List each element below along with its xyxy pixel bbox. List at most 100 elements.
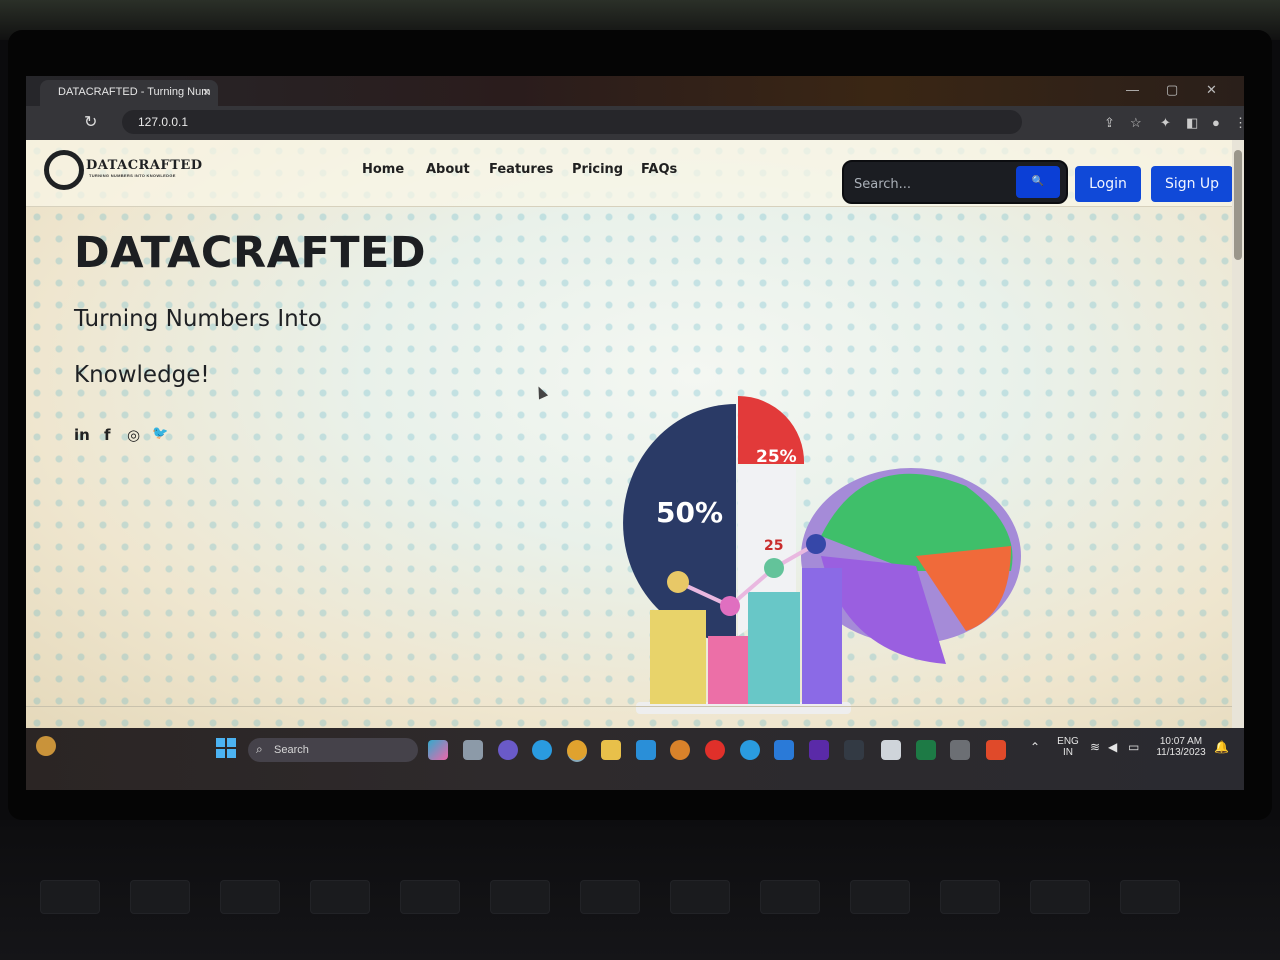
- hero-title: DATACRAFTED: [74, 228, 427, 278]
- nav-features[interactable]: Features: [489, 162, 553, 177]
- excel-icon[interactable]: [916, 740, 936, 760]
- logo-icon[interactable]: [44, 150, 84, 190]
- keyboard-key: [40, 880, 100, 914]
- logo-tagline: TURNING NUMBERS INTO KNOWLEDGE: [89, 173, 176, 178]
- site-navbar: DATACRAFTED TURNING NUMBERS INTO KNOWLED…: [26, 140, 1244, 207]
- vscode-icon[interactable]: [774, 740, 794, 760]
- minimize-icon[interactable]: —: [1126, 82, 1139, 97]
- clock[interactable]: 10:07 AM 11/13/2023: [1150, 736, 1212, 758]
- terminal-icon[interactable]: [844, 740, 864, 760]
- language-top: ENG: [1057, 736, 1079, 747]
- bar-yellow: [650, 610, 706, 704]
- telegram-icon[interactable]: [740, 740, 760, 760]
- pie-label-25-hidden: 25: [764, 538, 783, 554]
- web-page: DATACRAFTED TURNING NUMBERS INTO KNOWLED…: [26, 140, 1244, 728]
- copilot-icon[interactable]: [428, 740, 448, 760]
- search-box: 🔍: [842, 160, 1068, 204]
- nav-home[interactable]: Home: [362, 162, 404, 177]
- logo-text[interactable]: DATACRAFTED: [86, 158, 203, 173]
- trend-point: [806, 534, 826, 554]
- page-scrollbar[interactable]: [1232, 140, 1244, 728]
- teams-chat-icon[interactable]: [498, 740, 518, 760]
- snipping-tool-icon[interactable]: [950, 740, 970, 760]
- keyboard-key: [490, 880, 550, 914]
- notepad-icon[interactable]: [881, 740, 901, 760]
- laptop-keyboard: [0, 820, 1280, 960]
- keyboard-key: [580, 880, 640, 914]
- tray-chevron-icon[interactable]: ⌃: [1030, 740, 1040, 754]
- keyboard-key: [220, 880, 280, 914]
- clock-time: 10:07 AM: [1159, 736, 1203, 747]
- brave-icon[interactable]: [986, 740, 1006, 760]
- browser-tab[interactable]: DATACRAFTED - Turning Num ×: [40, 80, 218, 106]
- language-indicator[interactable]: ENG IN: [1054, 736, 1082, 758]
- weather-widget-icon[interactable]: [36, 736, 56, 756]
- keyboard-key: [850, 880, 910, 914]
- blender-icon[interactable]: [670, 740, 690, 760]
- facebook-icon[interactable]: f: [104, 426, 111, 444]
- pie-label-25: 25%: [756, 447, 797, 467]
- browser-tab-bar: DATACRAFTED - Turning Num × — ▢ ✕: [26, 76, 1244, 106]
- notification-bell-icon[interactable]: 🔔: [1214, 740, 1229, 754]
- profile-icon[interactable]: ●: [1212, 115, 1220, 130]
- chrome-icon[interactable]: [567, 740, 587, 762]
- trend-point: [667, 571, 689, 593]
- tab-title: DATACRAFTED - Turning Num: [58, 86, 211, 98]
- keyboard-key: [400, 880, 460, 914]
- keyboard-key: [670, 880, 730, 914]
- file-explorer-icon[interactable]: [601, 740, 621, 760]
- maximize-icon[interactable]: ▢: [1166, 82, 1178, 98]
- keyboard-key: [310, 880, 370, 914]
- taskbar-search-icon: ⌕: [256, 742, 263, 756]
- bookmark-star-icon[interactable]: ☆: [1130, 115, 1142, 131]
- pie-label-50: 50%: [656, 496, 723, 529]
- bar-teal: [748, 592, 800, 704]
- login-button[interactable]: Login: [1075, 166, 1141, 202]
- twitter-icon[interactable]: 🐦: [152, 426, 168, 441]
- language-bottom: IN: [1063, 747, 1073, 758]
- keyboard-key: [940, 880, 1000, 914]
- scrollbar-thumb[interactable]: [1234, 150, 1242, 260]
- windows-start-icon[interactable]: [216, 738, 236, 758]
- battery-icon[interactable]: ▭: [1128, 740, 1139, 754]
- extensions-icon[interactable]: ✦: [1160, 115, 1171, 131]
- desktop-icon[interactable]: [636, 740, 656, 760]
- linkedin-icon[interactable]: in: [74, 426, 90, 444]
- keyboard-key: [1120, 880, 1180, 914]
- edge-icon[interactable]: [532, 740, 552, 760]
- trend-point: [764, 558, 784, 578]
- keyboard-key: [1030, 880, 1090, 914]
- clock-date: 11/13/2023: [1156, 747, 1206, 758]
- trend-point: [720, 596, 740, 616]
- keyboard-key: [760, 880, 820, 914]
- side-panel-icon[interactable]: ◧: [1186, 115, 1198, 131]
- dev-app-icon[interactable]: [809, 740, 829, 760]
- search-button[interactable]: 🔍: [1016, 166, 1060, 198]
- browser-toolbar: ↻ 127.0.0.1 ⇪ ☆ ✦ ◧ ● ⋮: [26, 106, 1244, 140]
- windows-taskbar: Search ⌕ ⌃ ENG IN ≋ ◀ ▭ 10:07 AM 11/13/2…: [26, 728, 1244, 790]
- hero-subtitle-line1: Turning Numbers Into: [74, 306, 322, 332]
- search-input[interactable]: [852, 172, 1006, 196]
- wifi-icon[interactable]: ≋: [1090, 740, 1100, 754]
- search-icon: 🔍: [1031, 176, 1045, 187]
- opera-icon[interactable]: [705, 740, 725, 760]
- nav-faqs[interactable]: FAQs: [641, 162, 677, 177]
- taskbar-search-box[interactable]: Search: [248, 738, 418, 762]
- volume-icon[interactable]: ◀: [1108, 740, 1117, 754]
- address-bar[interactable]: 127.0.0.1: [122, 110, 1022, 134]
- tab-close-icon[interactable]: ×: [203, 80, 210, 104]
- instagram-icon[interactable]: ◎: [127, 426, 140, 444]
- section-divider: [26, 706, 1244, 707]
- signup-button[interactable]: Sign Up: [1151, 166, 1233, 202]
- share-icon[interactable]: ⇪: [1104, 115, 1115, 131]
- reload-icon[interactable]: ↻: [84, 112, 97, 132]
- keyboard-key: [130, 880, 190, 914]
- task-view-icon[interactable]: [463, 740, 483, 760]
- menu-icon[interactable]: ⋮: [1234, 115, 1244, 131]
- hero-subtitle-line2: Knowledge!: [74, 362, 210, 388]
- nav-about[interactable]: About: [426, 162, 470, 177]
- window-close-icon[interactable]: ✕: [1206, 82, 1217, 98]
- hero-illustration: 50% 25% 25: [623, 396, 1021, 714]
- bar-purple: [802, 568, 842, 704]
- nav-pricing[interactable]: Pricing: [572, 162, 623, 177]
